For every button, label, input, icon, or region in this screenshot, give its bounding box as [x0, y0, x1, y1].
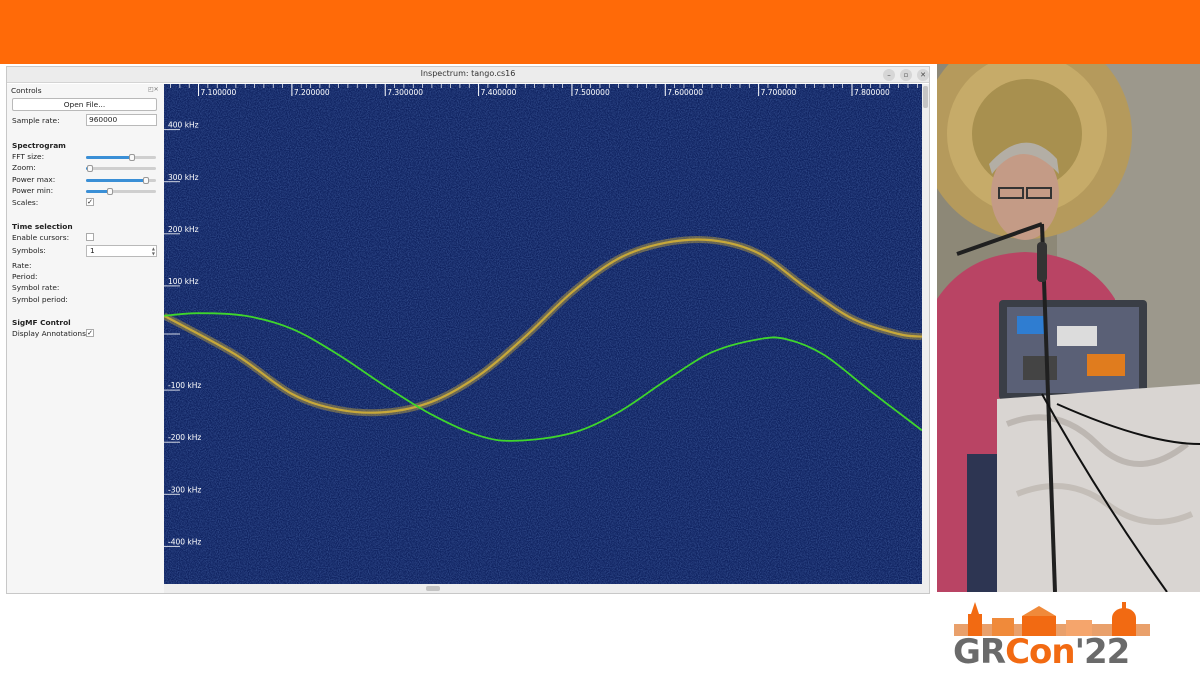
period-label: Period:: [12, 272, 38, 281]
scales-checkbox[interactable]: ✓: [86, 198, 94, 206]
power-max-slider[interactable]: [86, 177, 156, 184]
rate-label: Rate:: [12, 261, 32, 270]
time-tick-label: 7.800000: [854, 88, 890, 97]
sample-rate-label: Sample rate:: [12, 116, 60, 125]
display-annotations-label: Display Annotations:: [12, 329, 89, 338]
maximize-button[interactable]: ▫: [900, 69, 912, 81]
freq-tick-label: -100 kHz: [168, 381, 201, 390]
open-file-button[interactable]: Open File...: [12, 98, 157, 111]
time-tick-label: 7.100000: [201, 88, 237, 97]
window-title: Inspectrum: tango.cs16: [420, 69, 516, 78]
window-titlebar[interactable]: Inspectrum: tango.cs16 – ▫ ✕: [7, 67, 929, 83]
enable-cursors-label: Enable cursors:: [12, 233, 70, 242]
time-tick-label: 7.700000: [761, 88, 797, 97]
controls-title: Controls: [11, 86, 42, 95]
dock-float-close-icon[interactable]: ◰✕: [148, 86, 159, 93]
zoom-label: Zoom:: [12, 163, 36, 172]
power-min-slider[interactable]: [86, 188, 156, 195]
vertical-scrollbar[interactable]: [922, 84, 929, 593]
symbols-label: Symbols:: [12, 246, 46, 255]
power-min-label: Power min:: [12, 186, 54, 195]
display-annotations-checkbox[interactable]: ✓: [86, 329, 94, 337]
spectrogram-plot[interactable]: 7.100000 7.200000 7.300000 7.400000 7.500000…: [164, 84, 922, 584]
time-selection-heading: Time selection: [12, 222, 73, 231]
symbol-period-label: Symbol period:: [12, 295, 68, 304]
freq-tick-label: 400 kHz: [168, 121, 199, 130]
fft-size-label: FFT size:: [12, 152, 45, 161]
close-button[interactable]: ✕: [917, 69, 929, 81]
horizontal-scroll-thumb[interactable]: [426, 586, 440, 591]
freq-tick-label: -200 kHz: [168, 433, 201, 442]
minimize-button[interactable]: –: [883, 69, 895, 81]
spectrogram-view[interactable]: 7.100000 7.200000 7.300000 7.400000 7.500000…: [164, 84, 922, 584]
horizontal-scrollbar[interactable]: [164, 584, 922, 593]
symbol-rate-label: Symbol rate:: [12, 283, 60, 292]
fft-size-slider[interactable]: [86, 154, 156, 161]
symbols-spinbox[interactable]: 1 ▲ ▼: [86, 245, 157, 257]
time-tick-label: 7.300000: [387, 88, 423, 97]
vertical-scroll-thumb[interactable]: [923, 86, 928, 108]
spectrogram-heading: Spectrogram: [12, 141, 66, 150]
noise-texture: [164, 84, 922, 584]
orange-banner: [0, 0, 1200, 64]
sample-rate-input[interactable]: 960000: [86, 114, 157, 126]
time-tick-label: 7.400000: [481, 88, 517, 97]
sigmf-heading: SigMF Control: [12, 318, 71, 327]
inspectrum-window: Inspectrum: tango.cs16 – ▫ ✕ Controls ◰✕…: [6, 66, 930, 594]
power-max-label: Power max:: [12, 175, 56, 184]
freq-tick-label: -300 kHz: [168, 485, 201, 494]
logo-wordmark: GRCon'22: [953, 632, 1130, 672]
time-tick-label: 7.500000: [574, 88, 610, 97]
time-tick-label: 7.600000: [667, 88, 703, 97]
spin-arrows-icon[interactable]: ▲ ▼: [152, 246, 155, 256]
time-tick-label: 7.200000: [294, 88, 330, 97]
grcon22-logo: GRCon'22: [946, 600, 1160, 672]
freq-tick-label: 300 kHz: [168, 173, 199, 182]
freq-tick-label: -400 kHz: [168, 537, 201, 546]
speaker-camera-feed: [937, 64, 1200, 592]
freq-tick-label: 100 kHz: [168, 277, 199, 286]
freq-tick-label: 200 kHz: [168, 225, 199, 234]
scales-label: Scales:: [12, 198, 39, 207]
controls-panel: Controls ◰✕ Open File... Sample rate: 96…: [7, 84, 164, 593]
symbols-value: 1: [90, 246, 95, 255]
video-frame: Inspectrum: tango.cs16 – ▫ ✕ Controls ◰✕…: [0, 0, 1200, 675]
enable-cursors-checkbox[interactable]: [86, 233, 94, 241]
zoom-slider[interactable]: [86, 165, 156, 172]
